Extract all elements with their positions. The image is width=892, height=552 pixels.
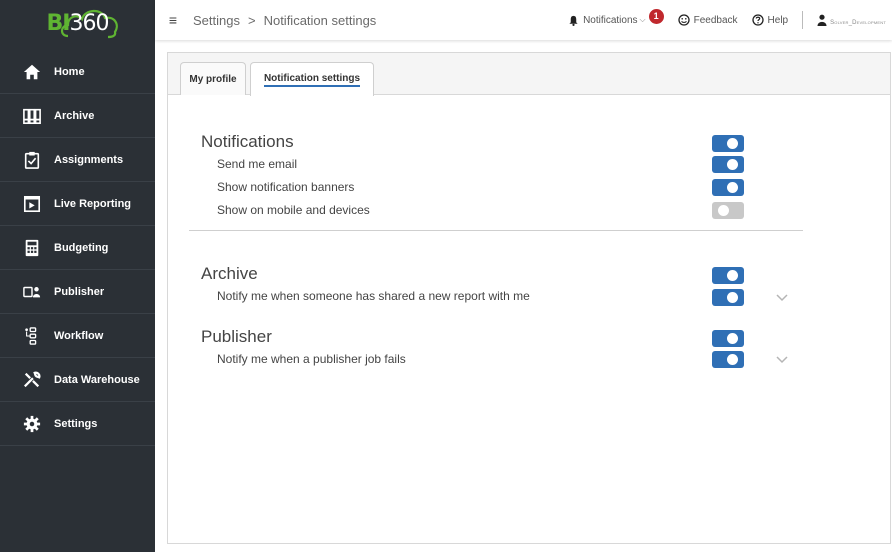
send-email-label: Send me email <box>217 157 298 171</box>
toggle-knob <box>727 138 738 149</box>
toggle-knob <box>727 182 738 193</box>
sidebar-item-label: Budgeting <box>54 241 109 254</box>
home-icon <box>22 62 42 82</box>
sidebar-item-workflow[interactable]: Workflow <box>0 314 155 358</box>
toggle-knob <box>727 292 738 303</box>
sidebar-item-label: Home <box>54 65 85 78</box>
sidebar-item-label: Archive <box>54 109 95 122</box>
hamburger-menu-icon[interactable]: ≡ <box>165 12 181 28</box>
logo-bi: BI <box>46 10 71 36</box>
user-icon <box>817 14 827 26</box>
notification-banners-toggle[interactable] <box>712 179 744 196</box>
tools-icon <box>22 370 42 390</box>
feedback-button[interactable]: Feedback <box>677 14 738 26</box>
sidebar-item-budgeting[interactable]: Budgeting <box>0 226 155 270</box>
chevron-down-icon: ⌵ <box>639 15 646 24</box>
sidebar-item-home[interactable]: Home <box>0 50 155 94</box>
sidebar-item-label: Workflow <box>54 329 104 342</box>
publisher-icon <box>22 282 42 302</box>
tabs-bar: My profile Notification settings <box>168 53 890 96</box>
toggle-knob <box>718 205 729 216</box>
tab-my-profile[interactable]: My profile <box>180 62 246 95</box>
logo-360: 360 <box>69 10 109 36</box>
sidebar-item-label: Assignments <box>54 153 124 166</box>
publisher-job-fails-toggle[interactable] <box>712 351 744 368</box>
tab-notification-settings[interactable]: Notification settings <box>250 62 374 96</box>
smiley-icon <box>677 14 690 26</box>
toggle-knob <box>727 159 738 170</box>
top-right-actions: Notifications ⌵ 1 Feedback Help Solver_D… <box>568 0 892 40</box>
sidebar-item-assignments[interactable]: Assignments <box>0 138 155 182</box>
toggle-knob <box>727 354 738 365</box>
sidebar-item-label: Live Reporting <box>54 197 132 210</box>
tab-label: My profile <box>189 73 237 85</box>
breadcrumb-current: Notification settings <box>263 12 377 28</box>
publisher-expand-chevron-icon[interactable] <box>776 356 788 364</box>
sidebar-nav: Home Archive Assignments Live Reporting … <box>0 50 155 446</box>
sidebar-item-label: Data Warehouse <box>54 373 140 386</box>
sidebar-item-archive[interactable]: Archive <box>0 94 155 138</box>
notifications-button[interactable]: Notifications ⌵ 1 <box>568 8 664 28</box>
toggle-knob <box>727 270 738 281</box>
notifications-master-toggle[interactable] <box>712 135 744 152</box>
breadcrumb-root[interactable]: Settings <box>193 13 240 28</box>
archive-expand-chevron-icon[interactable] <box>776 294 788 302</box>
notifications-label: Notifications <box>583 14 638 26</box>
notification-banners-label: Show notification banners <box>217 180 355 194</box>
notifications-section-title: Notifications <box>201 132 294 151</box>
breadcrumb-separator: > <box>247 12 256 28</box>
toggle-knob <box>727 333 738 344</box>
clipboard-icon <box>22 150 42 170</box>
calculator-icon <box>22 238 42 258</box>
help-button[interactable]: Help <box>751 14 789 26</box>
bell-icon <box>569 15 578 26</box>
sidebar-item-publisher[interactable]: Publisher <box>0 270 155 314</box>
section-divider <box>189 230 803 231</box>
logo-text: BI360 <box>46 10 110 36</box>
publisher-section-title: Publisher <box>201 327 272 346</box>
workflow-icon <box>22 326 42 346</box>
notification-count-badge: 1 <box>648 8 664 24</box>
sidebar: BI360 Home Archive Assignments Live Repo… <box>0 0 155 552</box>
archive-shared-report-label: Notify me when someone has shared a new … <box>217 289 530 303</box>
sidebar-item-live-reporting[interactable]: Live Reporting <box>0 182 155 226</box>
logo[interactable]: BI360 <box>0 0 155 46</box>
user-name: Solver_Development <box>830 20 886 26</box>
help-icon <box>751 14 764 26</box>
send-email-toggle[interactable] <box>712 156 744 173</box>
gear-icon <box>22 414 42 434</box>
sidebar-item-settings[interactable]: Settings <box>0 402 155 446</box>
report-icon <box>22 194 42 214</box>
archive-shared-report-toggle[interactable] <box>712 289 744 306</box>
help-label: Help <box>767 14 789 26</box>
publisher-job-fails-label: Notify me when a publisher job fails <box>217 352 406 366</box>
sidebar-item-label: Publisher <box>54 285 105 298</box>
tab-label: Notification settings <box>263 73 361 87</box>
sidebar-item-data-warehouse[interactable]: Data Warehouse <box>0 358 155 402</box>
sidebar-item-label: Settings <box>54 417 98 430</box>
archive-section-title: Archive <box>201 264 258 283</box>
feedback-label: Feedback <box>693 14 738 26</box>
mobile-devices-toggle[interactable] <box>712 202 744 219</box>
publisher-master-toggle[interactable] <box>712 330 744 347</box>
breadcrumb: Settings > Notification settings <box>193 13 376 28</box>
user-menu[interactable]: Solver_Development <box>817 14 886 26</box>
top-bar: ≡ Settings > Notification settings Notif… <box>155 0 892 40</box>
settings-panel: My profile Notification settings Notific… <box>167 52 891 544</box>
mobile-devices-label: Show on mobile and devices <box>217 203 370 217</box>
top-divider <box>802 11 804 29</box>
archive-icon <box>22 106 42 126</box>
archive-master-toggle[interactable] <box>712 267 744 284</box>
